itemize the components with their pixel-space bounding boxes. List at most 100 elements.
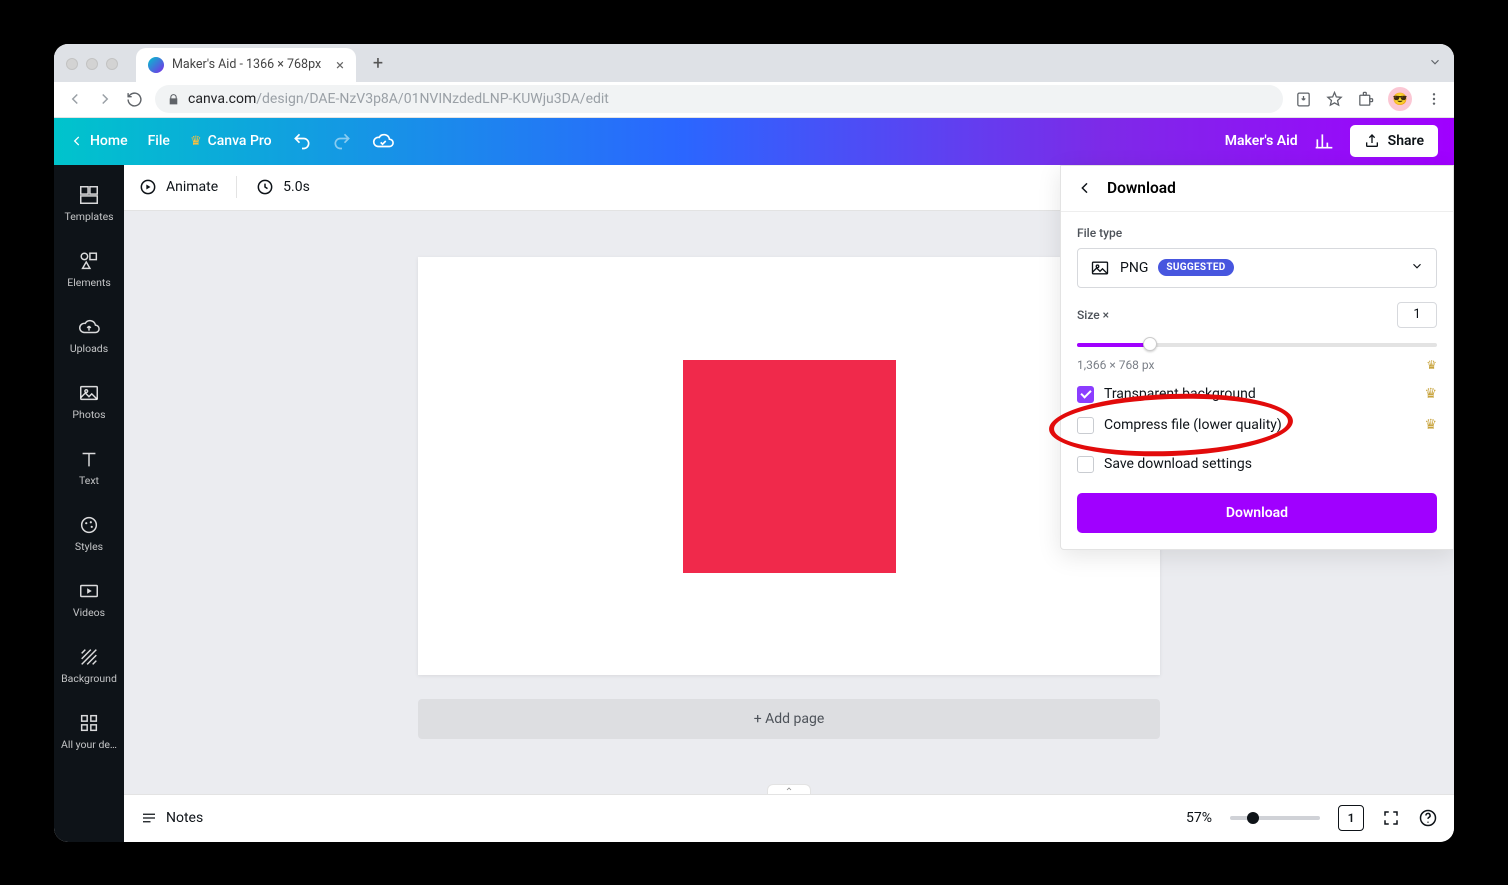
traffic-close[interactable] [66, 58, 78, 70]
home-link[interactable]: Home [70, 133, 128, 149]
close-tab-icon[interactable]: × [336, 56, 344, 74]
timeline-handle[interactable] [767, 784, 811, 794]
red-square-element[interactable] [683, 360, 896, 573]
page-count-button[interactable]: 1 [1338, 805, 1364, 831]
tab-strip: Maker's Aid - 1366 × 768px × + [54, 44, 1454, 82]
download-title: Download [1107, 179, 1176, 197]
nav-back-button[interactable] [66, 90, 84, 108]
lock-icon [167, 93, 180, 106]
cloud-sync-icon[interactable] [372, 130, 394, 152]
styles-icon [78, 514, 100, 536]
rail-styles[interactable]: Styles [54, 501, 124, 567]
background-icon [78, 646, 100, 668]
canva-pro-link[interactable]: ♛ Canva Pro [190, 133, 272, 149]
notes-icon [140, 809, 158, 827]
install-app-icon[interactable] [1295, 91, 1312, 108]
share-label: Share [1388, 133, 1424, 149]
rail-all-designs[interactable]: All your de… [54, 699, 124, 765]
crown-icon: ♛ [1424, 417, 1437, 433]
insights-icon[interactable] [1314, 131, 1334, 151]
window-controls [66, 58, 118, 70]
add-page-button[interactable]: + Add page [418, 699, 1160, 739]
browser-tab[interactable]: Maker's Aid - 1366 × 768px × [136, 48, 356, 82]
chevron-down-icon [1410, 259, 1424, 277]
download-panel-header: Download [1061, 166, 1453, 212]
animate-button[interactable]: Animate [138, 177, 218, 197]
canva-favicon-icon [148, 57, 164, 73]
crown-icon: ♛ [1426, 358, 1437, 372]
save-settings-label: Save download settings [1104, 456, 1252, 472]
redo-button [332, 131, 352, 151]
file-type-label: File type [1077, 226, 1437, 240]
text-icon [78, 448, 100, 470]
help-icon[interactable] [1418, 808, 1438, 828]
undo-button[interactable] [292, 131, 312, 151]
transparent-bg-label: Transparent background [1104, 386, 1256, 402]
templates-icon [78, 184, 100, 206]
tab-overflow-icon[interactable] [1428, 54, 1442, 73]
clock-icon [255, 177, 275, 197]
elements-icon [78, 250, 100, 272]
slider-thumb[interactable] [1143, 337, 1157, 351]
rail-videos[interactable]: Videos [54, 567, 124, 633]
zoom-thumb[interactable] [1247, 812, 1259, 824]
file-menu[interactable]: File [148, 133, 170, 149]
size-slider[interactable] [1077, 334, 1437, 354]
browser-actions: 😎 [1295, 87, 1442, 111]
siderail-footer-bg [54, 794, 124, 842]
traffic-max[interactable] [106, 58, 118, 70]
app-header: Home File ♛ Canva Pro Maker's Aid Share [54, 118, 1454, 165]
back-icon[interactable] [1077, 180, 1093, 196]
download-button[interactable]: Download [1077, 493, 1437, 533]
animate-icon [138, 177, 158, 197]
download-panel: Download File type PNG SUGGESTED Size × … [1060, 165, 1454, 550]
rail-text[interactable]: Text [54, 435, 124, 501]
tab-title: Maker's Aid - 1366 × 768px [172, 57, 321, 72]
size-label: Size × [1077, 308, 1109, 322]
image-icon [1090, 258, 1110, 278]
nav-forward-button [96, 90, 114, 108]
extensions-icon[interactable] [1357, 91, 1374, 108]
bookmark-icon[interactable] [1326, 91, 1343, 108]
address-bar: canva.com/design/DAE-NzV3p8A/01NVINzdedL… [54, 82, 1454, 118]
rail-elements[interactable]: Elements [54, 237, 124, 303]
transparent-bg-checkbox[interactable] [1077, 386, 1094, 403]
rail-background[interactable]: Background [54, 633, 124, 699]
menu-icon[interactable] [1426, 91, 1442, 107]
uploads-icon [78, 316, 100, 338]
reload-button[interactable] [126, 91, 143, 108]
rail-uploads[interactable]: Uploads [54, 303, 124, 369]
fullscreen-icon[interactable] [1382, 809, 1400, 827]
project-name[interactable]: Maker's Aid [1225, 133, 1298, 149]
url-path: /design/DAE-NzV3p8A/01NVINzdedLNP-KUWju3… [256, 91, 609, 107]
share-button[interactable]: Share [1350, 125, 1438, 157]
compress-label: Compress file (lower quality) [1104, 417, 1282, 433]
crown-icon: ♛ [1424, 386, 1437, 402]
compress-row[interactable]: Compress file (lower quality) ♛ [1077, 417, 1437, 434]
side-rail: Templates Elements Uploads Photos Text S… [54, 165, 124, 794]
design-page[interactable] [418, 257, 1160, 675]
transparent-bg-row[interactable]: Transparent background ♛ [1077, 386, 1437, 403]
rail-photos[interactable]: Photos [54, 369, 124, 435]
file-type-value: PNG [1120, 260, 1148, 276]
zoom-slider[interactable] [1230, 816, 1320, 820]
notes-button[interactable]: Notes [140, 809, 203, 827]
size-multiplier-input[interactable]: 1 [1397, 302, 1437, 328]
rail-templates[interactable]: Templates [54, 171, 124, 237]
suggested-badge: SUGGESTED [1158, 259, 1233, 276]
save-settings-row[interactable]: Save download settings [1077, 456, 1437, 473]
profile-avatar[interactable]: 😎 [1388, 87, 1412, 111]
file-type-select[interactable]: PNG SUGGESTED [1077, 248, 1437, 288]
editor-footer: Notes 57% 1 [124, 794, 1454, 842]
compress-checkbox[interactable] [1077, 417, 1094, 434]
url-domain: canva.com [188, 91, 256, 107]
videos-icon [78, 580, 100, 602]
traffic-min[interactable] [86, 58, 98, 70]
separator [236, 176, 237, 198]
save-settings-checkbox[interactable] [1077, 456, 1094, 473]
new-tab-button[interactable]: + [364, 50, 392, 78]
url-input[interactable]: canva.com/design/DAE-NzV3p8A/01NVINzdedL… [155, 85, 1283, 113]
grid-icon [78, 712, 100, 734]
app-body: Templates Elements Uploads Photos Text S… [54, 165, 1454, 794]
duration-button[interactable]: 5.0s [255, 177, 310, 197]
